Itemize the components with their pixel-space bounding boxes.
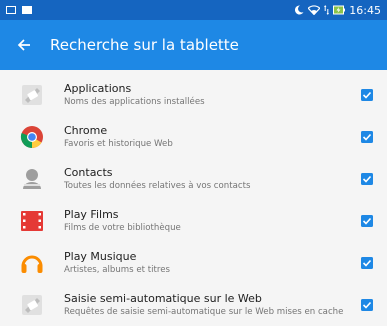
screenshot-notification-icon xyxy=(6,6,16,14)
wifi-icon xyxy=(308,5,321,15)
item-title: Play Musique xyxy=(64,250,137,263)
check-icon xyxy=(362,175,372,183)
play-films-checkbox[interactable] xyxy=(361,215,373,227)
item-subtitle: Requêtes de saisie semi-automatique sur … xyxy=(64,307,344,317)
data-transfer-icon xyxy=(324,5,330,15)
status-bar: 16:45 xyxy=(0,0,387,20)
list-item-play-musique[interactable]: Play Musique Artistes, albums et titres xyxy=(0,242,387,284)
saisie-web-checkbox[interactable] xyxy=(361,299,373,311)
item-subtitle: Artistes, albums et titres xyxy=(64,265,171,275)
contacts-icon xyxy=(18,165,46,193)
item-subtitle: Films de votre bibliothèque xyxy=(64,223,181,233)
check-icon xyxy=(362,259,372,267)
chrome-checkbox[interactable] xyxy=(361,131,373,143)
item-subtitle: Favoris et historique Web xyxy=(64,139,173,149)
image-notification-icon xyxy=(22,6,32,14)
item-subtitle: Toutes les données relatives à vos conta… xyxy=(64,181,251,191)
play-films-icon xyxy=(18,207,46,235)
item-title: Applications xyxy=(64,82,132,95)
check-icon xyxy=(362,133,372,141)
battery-icon xyxy=(333,5,346,15)
check-icon xyxy=(362,91,372,99)
list-item-contacts[interactable]: Contacts Toutes les données relatives à … xyxy=(0,158,387,200)
item-title: Saisie semi-automatique sur le Web xyxy=(64,292,262,305)
moon-icon xyxy=(295,5,304,15)
android-apps-icon xyxy=(18,81,46,109)
clock: 16:45 xyxy=(349,3,381,17)
play-musique-checkbox[interactable] xyxy=(361,257,373,269)
item-title: Play Films xyxy=(64,208,119,221)
item-subtitle: Noms des applications installées xyxy=(64,97,205,107)
app-toolbar: Recherche sur la tablette xyxy=(0,20,387,70)
item-title: Contacts xyxy=(64,166,113,179)
applications-checkbox[interactable] xyxy=(361,89,373,101)
list-item-chrome[interactable]: Chrome Favoris et historique Web xyxy=(0,116,387,158)
check-icon xyxy=(362,301,372,309)
contacts-checkbox[interactable] xyxy=(361,173,373,185)
android-web-icon xyxy=(18,291,46,319)
search-sources-list: Applications Noms des applications insta… xyxy=(0,70,387,326)
chrome-icon xyxy=(18,123,46,151)
arrow-left-icon xyxy=(17,39,30,51)
play-music-icon xyxy=(18,249,46,277)
list-item-applications[interactable]: Applications Noms des applications insta… xyxy=(0,74,387,116)
check-icon xyxy=(362,217,372,225)
list-item-saisie-web[interactable]: Saisie semi-automatique sur le Web Requê… xyxy=(0,284,387,326)
item-title: Chrome xyxy=(64,124,108,137)
back-button[interactable] xyxy=(8,29,40,61)
page-title: Recherche sur la tablette xyxy=(50,36,239,54)
list-item-play-films[interactable]: Play Films Films de votre bibliothèque xyxy=(0,200,387,242)
